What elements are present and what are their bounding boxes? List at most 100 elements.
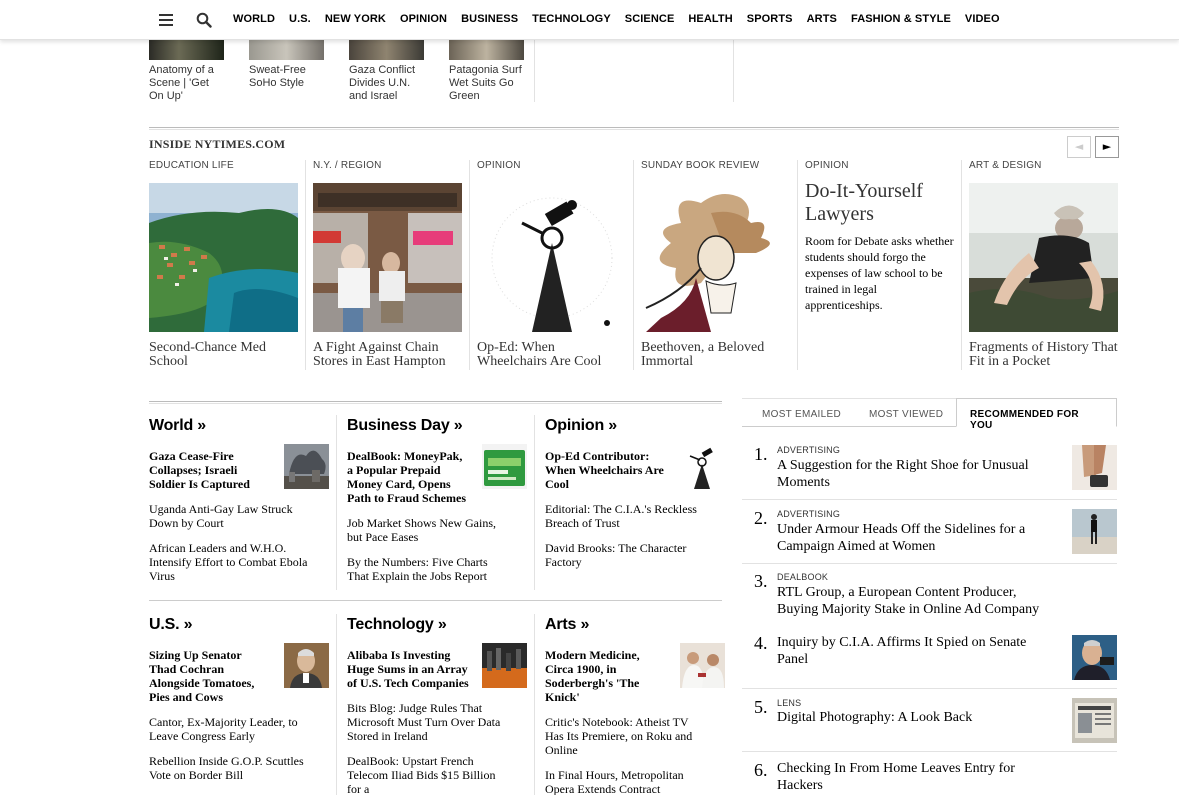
inside-kicker[interactable]: ART & DESIGN [969,160,1119,174]
tab-recommended[interactable]: RECOMMENDED FOR YOU [956,398,1117,431]
recommended-item[interactable]: 1. ADVERTISING A Suggestion for the Righ… [742,440,1117,498]
inside-image[interactable] [477,183,626,332]
lead-headline[interactable]: Modern Medicine, Circa 1900, in Soderber… [545,648,667,704]
inside-kicker[interactable]: OPINION [805,160,955,174]
story-link[interactable]: DealBook: Upstart French Telecom Iliad B… [347,754,512,795]
recommended-item[interactable]: 6. Checking In From Home Leaves Entry fo… [742,756,1117,795]
tab-most-emailed[interactable]: MOST EMAILED [762,409,841,420]
rec-thumbnail[interactable] [1072,509,1117,554]
lead-story[interactable]: Alibaba Is Investing Huge Sums in an Arr… [347,643,527,690]
strip-item[interactable]: Anatomy of a Scene | 'Get On Up' [149,40,224,103]
rec-kicker[interactable]: LENS [777,698,801,708]
inside-item[interactable]: N.Y. / REGION A Fight Against Chain Stor… [313,160,463,369]
inside-caption[interactable]: Op-Ed: When Wheelchairs Are Cool [477,341,627,369]
menu-icon[interactable] [159,14,173,26]
rec-headline[interactable]: A Suggestion for the Right Shoe for Unus… [777,457,1052,491]
story-link[interactable]: Bits Blog: Judge Rules That Microsoft Mu… [347,701,512,743]
inside-item[interactable]: ART & DESIGN Fragments of History That F… [969,160,1119,369]
recommended-item[interactable]: 5. LENS Digital Photography: A Look Back [742,693,1117,751]
rec-kicker[interactable]: ADVERTISING [777,509,840,519]
inside-kicker[interactable]: SUNDAY BOOK REVIEW [641,160,791,174]
strip-item[interactable]: Gaza Conflict Divides U.N. and Israel [349,40,424,103]
rec-headline[interactable]: Checking In From Home Leaves Entry for H… [777,760,1052,794]
lead-story[interactable]: Modern Medicine, Circa 1900, in Soderber… [545,643,725,704]
section-title[interactable]: Technology » [347,616,527,634]
nav-world[interactable]: WORLD [233,13,275,25]
section-title[interactable]: Opinion » [545,417,725,435]
lead-thumbnail[interactable] [482,444,527,489]
story-link[interactable]: Cantor, Ex-Majority Leader, to Leave Con… [149,715,314,743]
lead-thumbnail[interactable] [680,643,725,688]
inside-caption[interactable]: Fragments of History That Fit in a Pocke… [969,341,1119,369]
lead-headline[interactable]: Op-Ed Contributor: When Wheelchairs Are … [545,449,667,491]
nav-opinion[interactable]: OPINION [400,13,447,25]
inside-kicker[interactable]: OPINION [477,160,627,174]
strip-item[interactable]: Patagonia Surf Wet Suits Go Green [449,40,524,103]
strip-caption[interactable]: Sweat-Free SoHo Style [249,64,324,90]
lead-story[interactable]: Gaza Cease-Fire Collapses; Israeli Soldi… [149,444,329,491]
nav-arts[interactable]: ARTS [807,13,837,25]
lead-headline[interactable]: Gaza Cease-Fire Collapses; Israeli Soldi… [149,449,271,491]
lead-thumbnail[interactable] [284,643,329,688]
inside-item[interactable]: OPINION Do-It-Yourself Lawyers Room for … [805,160,955,313]
nav-fashion-style[interactable]: FASHION & STYLE [851,13,951,25]
rec-headline[interactable]: Digital Photography: A Look Back [777,709,1052,726]
recommended-item[interactable]: 3. DEALBOOK RTL Group, a European Conten… [742,567,1117,627]
lead-story[interactable]: Op-Ed Contributor: When Wheelchairs Are … [545,444,725,491]
nav-technology[interactable]: TECHNOLOGY [532,13,611,25]
inside-image[interactable] [969,183,1118,332]
story-link[interactable]: David Brooks: The Character Factory [545,541,710,569]
inside-image[interactable] [313,183,462,332]
strip-caption[interactable]: Patagonia Surf Wet Suits Go Green [449,64,524,103]
nav-sports[interactable]: SPORTS [747,13,793,25]
story-link[interactable]: Job Market Shows New Gains, but Pace Eas… [347,516,512,544]
lead-thumbnail[interactable] [284,444,329,489]
rec-thumbnail[interactable] [1072,698,1117,743]
inside-item[interactable]: SUNDAY BOOK REVIEW Beethoven, a Beloved … [641,160,791,369]
rec-headline[interactable]: Inquiry by C.I.A. Affirms It Spied on Se… [777,634,1052,668]
story-link[interactable]: Editorial: The C.I.A.'s Reckless Breach … [545,502,710,530]
story-link[interactable]: Rebellion Inside G.O.P. Scuttles Vote on… [149,754,314,782]
nav-health[interactable]: HEALTH [688,13,732,25]
inside-caption[interactable]: Beethoven, a Beloved Immortal [641,341,791,369]
lead-headline[interactable]: Alibaba Is Investing Huge Sums in an Arr… [347,648,469,690]
strip-thumbnail[interactable] [349,40,424,60]
story-link[interactable]: Critic's Notebook: Atheist TV Has Its Pr… [545,715,710,757]
story-link[interactable]: Uganda Anti-Gay Law Struck Down by Court [149,502,314,530]
inside-headline[interactable]: Do-It-Yourself Lawyers [805,180,955,226]
inside-kicker[interactable]: EDUCATION LIFE [149,160,299,174]
rec-kicker[interactable]: DEALBOOK [777,572,828,582]
rec-thumbnail[interactable] [1072,445,1117,490]
rec-kicker[interactable]: ADVERTISING [777,445,840,455]
nav-us[interactable]: U.S. [289,13,311,25]
nav-video[interactable]: VIDEO [965,13,1000,25]
tab-most-viewed[interactable]: MOST VIEWED [869,409,943,420]
inside-caption[interactable]: A Fight Against Chain Stores in East Ham… [313,341,463,369]
rec-headline[interactable]: Under Armour Heads Off the Sidelines for… [777,521,1052,555]
rec-headline[interactable]: RTL Group, a European Content Producer, … [777,584,1052,618]
lead-thumbnail[interactable] [482,643,527,688]
rec-thumbnail[interactable] [1072,635,1117,680]
lead-thumbnail[interactable] [680,444,725,489]
nav-new-york[interactable]: NEW YORK [325,13,386,25]
section-title[interactable]: Arts » [545,616,725,634]
story-link[interactable]: African Leaders and W.H.O. Intensify Eff… [149,541,314,583]
lead-headline[interactable]: DealBook: MoneyPak, a Popular Prepaid Mo… [347,449,469,505]
next-arrow-button[interactable]: ► [1095,136,1119,158]
strip-thumbnail[interactable] [149,40,224,60]
recommended-item[interactable]: 2. ADVERTISING Under Armour Heads Off th… [742,504,1117,562]
lead-story[interactable]: Sizing Up Senator Thad Cochran Alongside… [149,643,329,704]
prev-arrow-button[interactable]: ◄ [1067,136,1091,158]
inside-item[interactable]: EDUCATION LIFE Second-Chance Med School [149,160,299,369]
strip-thumbnail[interactable] [449,40,524,60]
nav-science[interactable]: SCIENCE [625,13,675,25]
strip-caption[interactable]: Gaza Conflict Divides U.N. and Israel [349,64,424,103]
section-title[interactable]: Business Day » [347,417,527,435]
inside-item[interactable]: OPINION Op-Ed: When Wheelchairs Are Cool [477,160,627,369]
inside-image[interactable] [149,183,298,332]
story-link[interactable]: In Final Hours, Metropolitan Opera Exten… [545,768,710,795]
nav-business[interactable]: BUSINESS [461,13,518,25]
lead-story[interactable]: DealBook: MoneyPak, a Popular Prepaid Mo… [347,444,527,505]
search-icon[interactable] [196,12,212,28]
inside-kicker[interactable]: N.Y. / REGION [313,160,463,174]
